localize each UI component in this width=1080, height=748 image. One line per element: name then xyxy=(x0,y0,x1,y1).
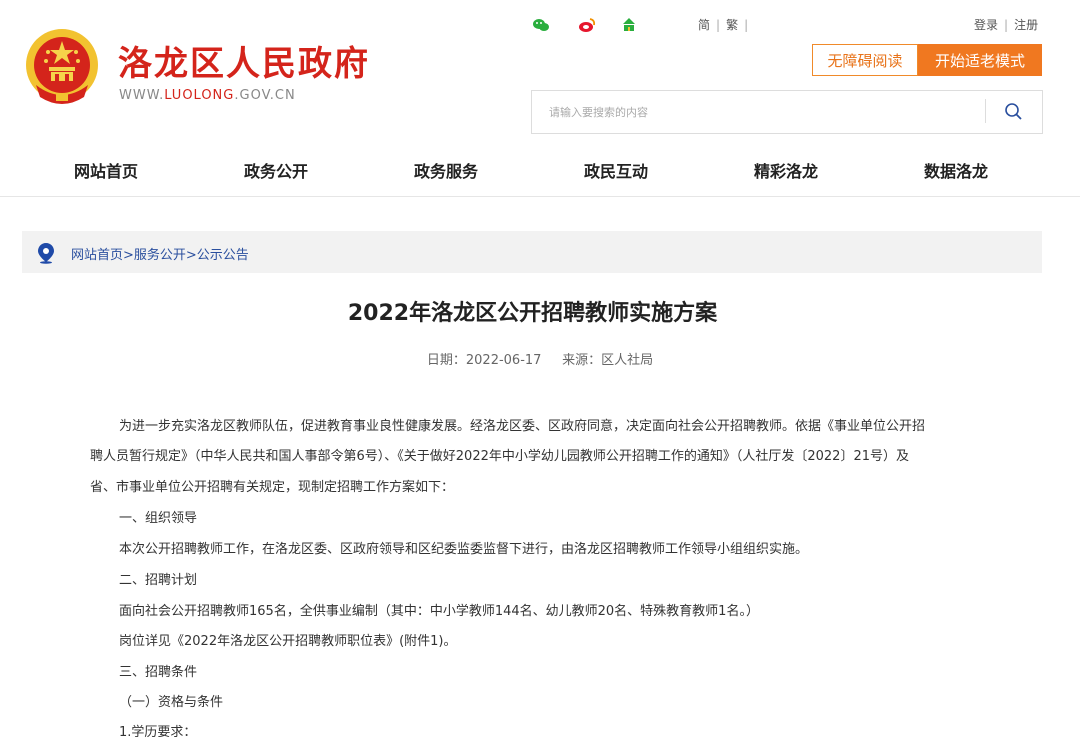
weibo-icon[interactable] xyxy=(578,16,596,34)
nav-item-gov-services[interactable]: 政务服务 xyxy=(414,158,478,182)
lang-traditional[interactable]: 繁 xyxy=(726,18,738,32)
register-link[interactable]: 注册 xyxy=(1014,18,1038,32)
language-switcher: 简 | 繁 | xyxy=(698,18,749,32)
article-title: 2022年洛龙区公开招聘教师实施方案 xyxy=(347,301,718,326)
section-heading: 一、组织领导 xyxy=(119,511,198,526)
search-divider xyxy=(985,99,986,123)
paragraph: 本次公开招聘教师工作，在洛龙区委、区政府领导和区纪委监委监督下进行，由洛龙区招聘… xyxy=(119,542,809,557)
paragraph: 省、市事业单位公开招聘有关规定，现制定招聘工作方案如下： xyxy=(90,480,455,495)
login-link[interactable]: 登录 xyxy=(974,18,998,32)
site-url: WWW.LUOLONG.GOV.CN xyxy=(119,88,296,103)
location-pin-icon xyxy=(36,242,56,264)
nav-item-home[interactable]: 网站首页 xyxy=(74,158,138,182)
auth-links: 登录 | 注册 xyxy=(974,18,1039,32)
paragraph: 聘人员暂行规定》（中华人民共和国人事部令第6号）、《关于做好2022年中小学幼儿… xyxy=(90,449,909,464)
site-title[interactable]: 洛龙区人民政府 xyxy=(118,36,370,85)
app-icon[interactable] xyxy=(620,16,638,34)
accessible-reading-button[interactable]: 无障碍阅读 xyxy=(812,44,918,76)
paragraph: （一）资格与条件 xyxy=(119,695,224,710)
breadcrumb[interactable]: 网站首页>服务公开>公示公告 xyxy=(71,244,249,263)
section-heading: 三、招聘条件 xyxy=(119,665,198,680)
nav-item-data[interactable]: 数据洛龙 xyxy=(924,158,988,182)
paragraph: 为进一步充实洛龙区教师队伍，促进教育事业良性健康发展。经洛龙区委、区政府同意，决… xyxy=(119,419,926,434)
nav-divider xyxy=(0,196,1080,197)
article-meta: 日期：2022-06-17 来源：区人社局 xyxy=(0,349,1080,368)
article-source: 来源：区人社局 xyxy=(562,353,654,368)
section-heading: 二、招聘计划 xyxy=(119,573,198,588)
search-icon[interactable] xyxy=(1000,100,1026,124)
nav-item-interaction[interactable]: 政民互动 xyxy=(584,158,648,182)
nav-item-luolong[interactable]: 精彩洛龙 xyxy=(754,158,818,182)
article-date: 日期：2022-06-17 xyxy=(426,353,542,368)
nav-item-gov-affairs[interactable]: 政务公开 xyxy=(244,158,308,182)
paragraph: 岗位详见《2022年洛龙区公开招聘教师职位表》(附件1)。 xyxy=(119,634,457,649)
paragraph: 1.学历要求： xyxy=(119,725,197,740)
search-input[interactable]: 请输入要搜索的内容 xyxy=(549,104,648,120)
wechat-icon[interactable] xyxy=(532,16,550,34)
lang-simplified[interactable]: 简 xyxy=(698,18,710,32)
paragraph: 面向社会公开招聘教师165名，全供事业编制（其中：中小学教师144名、幼儿教师2… xyxy=(119,604,759,619)
national-emblem-icon xyxy=(22,27,102,107)
elderly-mode-button[interactable]: 开始适老模式 xyxy=(918,44,1042,76)
